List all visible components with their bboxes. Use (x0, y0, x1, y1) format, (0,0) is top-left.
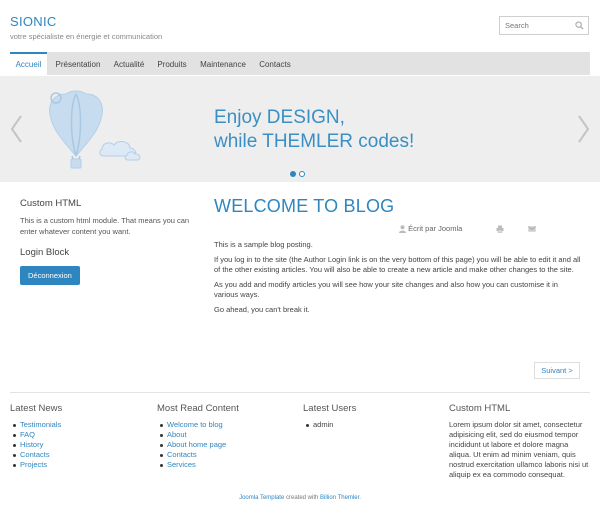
slide-caption: Enjoy DESIGN, while THEMLER codes! (214, 106, 414, 154)
credits-end-text: . (359, 495, 361, 501)
search-icon[interactable] (575, 21, 584, 30)
article-paragraph: This is a sample blog posting. (214, 240, 313, 249)
tab-maintenance[interactable]: Maintenance (196, 52, 250, 75)
tab-actualite[interactable]: Actualité (109, 52, 149, 75)
main-nav: Accueil Présentation Actualité Produits … (10, 52, 590, 75)
slider-dots (290, 170, 308, 179)
chevron-right-icon[interactable] (577, 114, 591, 144)
most-read-item[interactable]: About (160, 430, 239, 440)
billion-themler-link[interactable]: Billion Themler (320, 495, 359, 501)
email-icon[interactable] (528, 226, 537, 232)
footer-latest-users: Latest Users admin (303, 403, 356, 430)
slide-line-2: while THEMLER codes! (214, 131, 415, 152)
article-author: Écrit par Joomla (408, 224, 463, 233)
search-box (499, 16, 589, 35)
user-icon (399, 225, 406, 234)
latest-news-item[interactable]: History (12, 440, 62, 450)
balloon-illustration (49, 90, 141, 169)
latest-news-title: Latest News (10, 403, 63, 414)
article-paragraph: If you log in to the site (the Author Lo… (214, 255, 581, 274)
site-title[interactable]: SIONIC (10, 14, 57, 29)
latest-news-item[interactable]: Contacts (12, 450, 62, 460)
footer-credits: Joomla Template created with Billion The… (0, 495, 600, 501)
tab-contacts[interactable]: Contacts (254, 52, 296, 75)
slider-dot-2[interactable] (299, 171, 305, 177)
site-subtitle: votre spécialiste en énergie et communic… (10, 32, 163, 41)
most-read-item[interactable]: Contacts (160, 450, 239, 460)
slide-line-1: Enjoy DESIGN, (214, 107, 345, 128)
custom-html-text: This is a custom html module. That means… (20, 216, 190, 236)
next-button[interactable]: Suivant > (534, 362, 580, 379)
article-paragraph: Go ahead, you can't break it. (214, 305, 310, 314)
latest-user-item: admin (305, 420, 356, 430)
article-body: This is a sample blog posting. If you lo… (214, 240, 584, 320)
tab-produits[interactable]: Produits (153, 52, 191, 75)
article-title[interactable]: WELCOME TO BLOG (214, 196, 590, 217)
most-read-item[interactable]: Welcome to blog (160, 420, 239, 430)
slider-dot-1[interactable] (290, 171, 296, 177)
footer-custom-html-title: Custom HTML (449, 403, 511, 414)
most-read-item[interactable]: About home page (160, 440, 239, 450)
most-read-item[interactable]: Services (160, 460, 239, 470)
search-input[interactable] (500, 17, 572, 34)
tab-presentation[interactable]: Présentation (49, 52, 107, 75)
footer-latest-news: Latest News Testimonials FAQ History Con… (10, 403, 62, 470)
article-meta: Écrit par Joomla (399, 224, 537, 234)
latest-news-item[interactable]: Projects (12, 460, 62, 470)
credits-middle-text: created with (284, 495, 320, 501)
print-icon[interactable] (496, 225, 504, 233)
hero-slider: Enjoy DESIGN, while THEMLER codes! (0, 76, 600, 182)
latest-users-title: Latest Users (303, 403, 357, 414)
tab-accueil[interactable]: Accueil (10, 52, 47, 75)
latest-news-item[interactable]: Testimonials (12, 420, 62, 430)
most-read-title: Most Read Content (157, 403, 239, 414)
article: WELCOME TO BLOG Écrit par Joomla This is… (214, 196, 590, 314)
chevron-left-icon[interactable] (9, 114, 23, 144)
logout-button[interactable]: Déconnexion (20, 266, 80, 285)
footer-custom-html: Custom HTML Lorem ipsum dolor sit amet, … (449, 403, 589, 480)
login-block-title: Login Block (20, 247, 70, 258)
footer-divider (10, 392, 590, 393)
sidebar: Custom HTML This is a custom html module… (20, 198, 190, 285)
footer-custom-html-text: Lorem ipsum dolor sit amet, consectetur … (449, 420, 589, 479)
site-header: SIONIC votre spécialiste en énergie et c… (0, 0, 600, 48)
custom-html-title: Custom HTML (20, 198, 82, 209)
latest-news-item[interactable]: FAQ (12, 430, 62, 440)
footer-most-read: Most Read Content Welcome to blog About … (157, 403, 239, 470)
article-paragraph: As you add and modify articles you will … (214, 280, 558, 299)
joomla-template-link[interactable]: Joomla Template (239, 495, 284, 501)
